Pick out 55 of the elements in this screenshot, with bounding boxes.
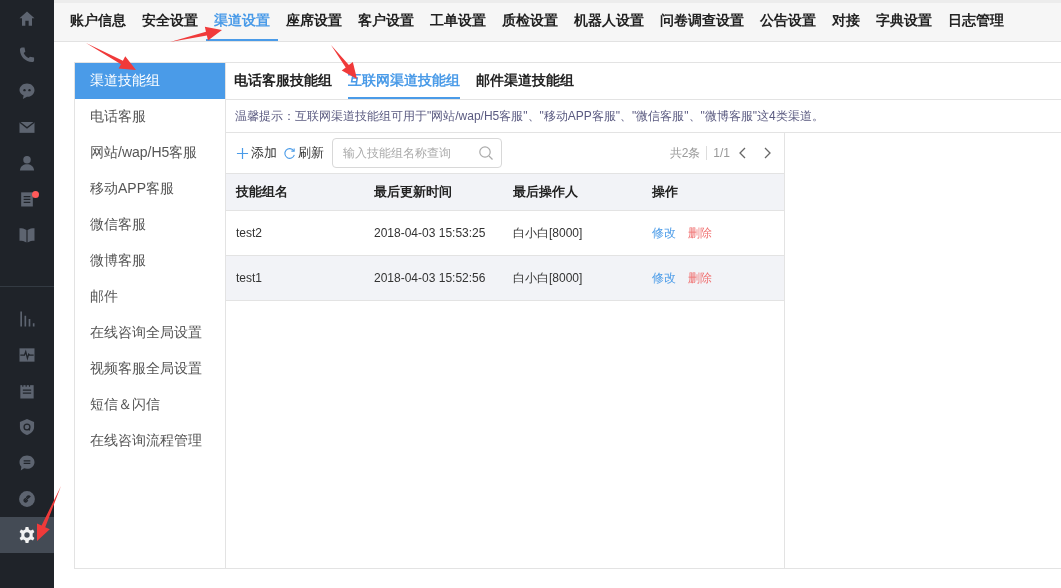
refresh-button[interactable]: 刷新	[283, 144, 324, 162]
side-menu-item[interactable]: 移动APP客服	[75, 171, 225, 207]
top-tab[interactable]: 质检设置	[494, 3, 566, 41]
message-icon	[17, 453, 37, 473]
top-tab[interactable]: 工单设置	[422, 3, 494, 41]
annotation-arrow	[170, 26, 222, 42]
side-menu-item[interactable]: 电话客服	[75, 99, 225, 135]
bar-chart-icon	[17, 309, 37, 329]
pulse-icon	[17, 345, 37, 365]
add-button[interactable]: 添加	[236, 144, 277, 162]
column-header: 技能组名	[226, 173, 364, 211]
nav-rail-item[interactable]	[0, 517, 54, 553]
page-indicator: 1/1	[713, 146, 730, 160]
settings-icon	[17, 525, 37, 545]
column-header: 操作	[642, 173, 784, 211]
search-field[interactable]: 输入技能组名称查询	[332, 138, 502, 168]
link-icon	[17, 489, 37, 509]
side-menu-item[interactable]: 微信客服	[75, 207, 225, 243]
top-tab[interactable]: 机器人设置	[566, 3, 652, 41]
top-tab[interactable]: 字典设置	[868, 3, 940, 41]
total-count: 共2条	[669, 144, 701, 162]
side-menu-item[interactable]: 短信＆闪信	[75, 387, 225, 423]
hint-text: 温馨提示：互联网渠道技能组可用于"网站/wap/H5客服"、"移动APP客服"、"微信客服"、"微博客服"这4类渠道。	[226, 100, 1061, 133]
column-header: 最后操作人	[503, 173, 642, 211]
chat-bubble-icon	[17, 81, 37, 101]
side-menu-item[interactable]: 在线咨询流程管理	[75, 423, 225, 459]
side-menu-item[interactable]: 邮件	[75, 279, 225, 315]
sub-tab[interactable]: 邮件渠道技能组	[476, 63, 574, 99]
top-tab[interactable]: 客户设置	[350, 3, 422, 41]
annotation-arrow	[37, 486, 61, 541]
top-tab[interactable]: 问卷调查设置	[652, 3, 752, 41]
home-icon	[17, 9, 37, 29]
shield-icon	[17, 417, 37, 437]
side-menu-item[interactable]: 网站/wap/H5客服	[75, 135, 225, 171]
search-icon	[478, 145, 494, 161]
table-cell: 白小白[8000]	[503, 256, 642, 301]
sub-tab[interactable]: 电话客服技能组	[234, 63, 332, 99]
top-tab[interactable]: 对接	[824, 3, 868, 41]
phone-icon	[17, 45, 37, 65]
side-menu-item[interactable]: 微博客服	[75, 243, 225, 279]
plus-icon	[236, 146, 249, 160]
table-cell: 2018-04-03 15:52:56	[364, 256, 503, 301]
top-tab[interactable]: 日志管理	[940, 3, 1012, 41]
top-tab[interactable]: 账户信息	[62, 3, 134, 41]
user-icon	[17, 153, 37, 173]
top-tab[interactable]: 安全设置	[134, 3, 206, 41]
refresh-icon	[283, 146, 296, 160]
top-tab[interactable]: 座席设置	[278, 3, 350, 41]
book-icon	[17, 225, 37, 245]
table-cell: test1	[226, 256, 364, 301]
annotation-arrow	[86, 43, 136, 70]
column-header: 最后更新时间	[364, 173, 503, 211]
side-menu-item[interactable]: 在线咨询全局设置	[75, 315, 225, 351]
side-menu-item[interactable]: 视频客服全局设置	[75, 351, 225, 387]
top-tab[interactable]: 公告设置	[752, 3, 824, 41]
